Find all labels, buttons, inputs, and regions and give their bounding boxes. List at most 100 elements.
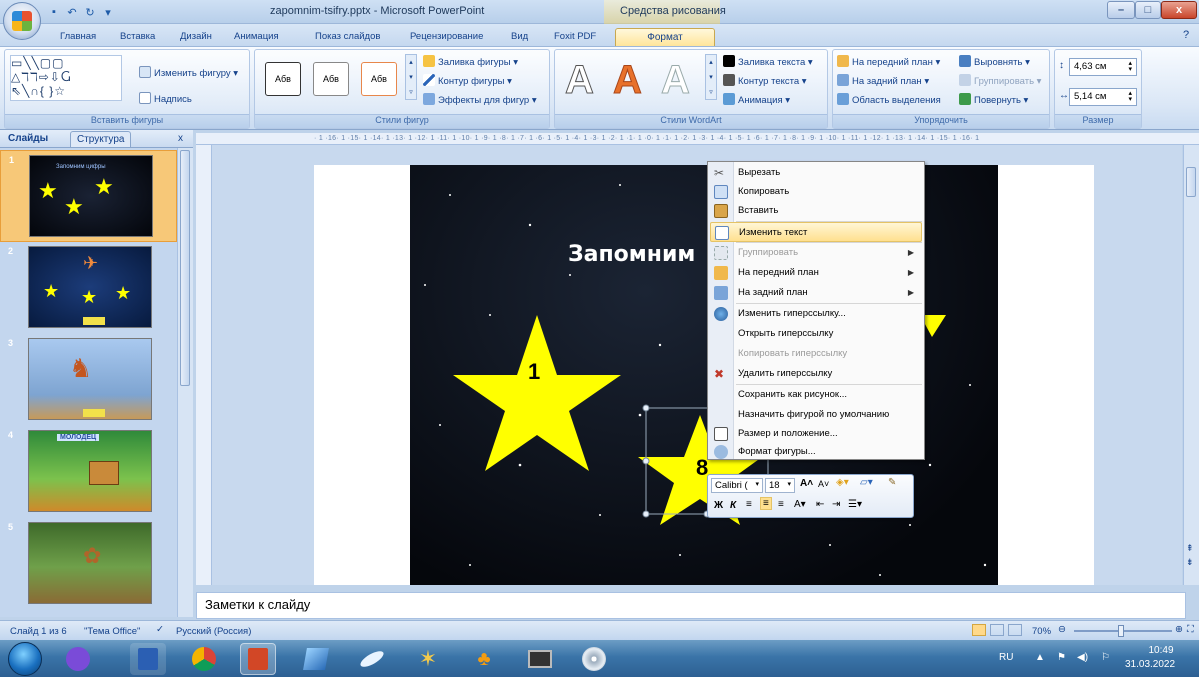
notes-pane[interactable]: Заметки к слайду [196, 592, 1186, 619]
bold-icon[interactable]: Ж [714, 500, 723, 511]
text-outline-button[interactable]: Контур текста ▾ [723, 74, 807, 87]
zoom-in-icon[interactable]: ⊕ [1175, 624, 1183, 635]
width-field[interactable]: 5,14 см ▴ ▾ [1069, 88, 1137, 106]
spellcheck-icon[interactable]: ✓ [156, 624, 164, 635]
tab-review[interactable]: Рецензирование [410, 31, 483, 42]
align-button[interactable]: Выровнять ▾ [959, 55, 1030, 68]
shape-style-2[interactable]: Абв [313, 62, 349, 96]
align-right-icon[interactable]: ≡ [778, 499, 784, 510]
language-indicator[interactable]: Русский (Россия) [176, 626, 251, 637]
close-button[interactable]: x [1161, 1, 1197, 19]
shape-effects-button[interactable]: Эффекты для фигур ▾ [423, 93, 537, 106]
zoom-level[interactable]: 70% [1032, 626, 1051, 637]
font-name-field[interactable]: Calibri (▾ [711, 478, 763, 493]
network-icon[interactable]: ⚑ [1057, 652, 1066, 663]
font-color-icon[interactable]: A▾ [794, 499, 806, 510]
prev-slide-icon[interactable]: ⇞ [1186, 543, 1194, 554]
tab-insert[interactable]: Вставка [120, 31, 155, 42]
undo-icon[interactable]: ↶ [64, 4, 80, 20]
tab-home[interactable]: Главная [60, 31, 96, 42]
zoom-out-icon[interactable]: ⊖ [1058, 624, 1066, 635]
slide-scrollbar[interactable]: ⇞ ⇟ [1183, 145, 1199, 585]
maximize-button[interactable]: □ [1135, 1, 1161, 19]
tab-foxit-pdf[interactable]: Foxit PDF [554, 31, 596, 42]
menu-item-size-position[interactable]: Размер и положение... [710, 424, 922, 444]
slide-thumbnail-2[interactable]: 2 ✈ ★ ★ ★ [0, 242, 177, 334]
powerpoint-icon[interactable] [240, 643, 276, 675]
app-icon-purple[interactable] [60, 643, 96, 675]
start-button[interactable] [8, 642, 42, 676]
pane-scrollbar[interactable] [177, 148, 193, 617]
fit-to-window-icon[interactable]: ⛶ [1187, 624, 1194, 635]
tab-animation[interactable]: Анимация [234, 31, 279, 42]
rotate-button[interactable]: Повернуть ▾ [959, 93, 1028, 106]
shape-styles-scroll[interactable]: ▴ ▾ ▿ [405, 54, 417, 100]
flag-icon[interactable]: ⚐ [1101, 652, 1110, 663]
redo-icon[interactable]: ↻ [82, 4, 98, 20]
slide-thumbnail-4[interactable]: 4 МОЛОДЕЦ [0, 426, 177, 518]
shape-style-1[interactable]: Абв [265, 62, 301, 96]
volume-icon[interactable]: ◀) [1077, 652, 1088, 663]
resize-handle[interactable] [642, 510, 650, 518]
normal-view-icon[interactable] [972, 624, 986, 636]
app-icon-film[interactable] [522, 643, 558, 675]
shapes-gallery[interactable]: ▭╲╲▢▢ △ℸℸ⇨⇩Ⴚ ⇖╲∩{ }☆ [10, 55, 122, 101]
word-icon[interactable] [130, 643, 166, 675]
slideshow-icon[interactable] [1008, 624, 1022, 636]
help-icon[interactable]: ? [1183, 29, 1189, 41]
shape-style-3[interactable]: Абв [361, 62, 397, 96]
app-icon-paint[interactable]: ♣ [466, 643, 502, 675]
resize-handle[interactable] [642, 457, 650, 465]
menu-item-edit-text[interactable]: Изменить текст [710, 222, 922, 242]
tab-outline[interactable]: Структура [70, 131, 132, 147]
slide-scroll-thumb[interactable] [1186, 167, 1196, 197]
font-size-field[interactable]: 18 ▾ [765, 478, 795, 493]
menu-item-group[interactable]: Группировать ▶ [710, 243, 922, 263]
align-left-icon[interactable]: ≡ [746, 499, 752, 510]
tab-format[interactable]: Формат [615, 28, 715, 46]
tab-slideshow[interactable]: Показ слайдов [315, 31, 380, 42]
clock-date[interactable]: 31.03.2022 [1125, 659, 1175, 670]
wordart-style-3[interactable]: A [661, 58, 691, 103]
app-icon-cube[interactable] [298, 643, 334, 675]
office-button[interactable] [3, 2, 41, 40]
star-shape-1[interactable] [453, 315, 621, 471]
keyboard-language[interactable]: RU [999, 652, 1013, 663]
decrease-indent-icon[interactable]: ⇤ [816, 499, 824, 510]
wordart-scroll[interactable]: ▴ ▾ ▿ [705, 54, 717, 100]
bring-front-button[interactable]: На передний план ▾ [837, 55, 940, 68]
menu-item-remove-hyperlink[interactable]: ✖ Удалить гиперссылку [710, 364, 922, 384]
tab-view[interactable]: Вид [511, 31, 528, 42]
slide-sorter-icon[interactable] [990, 624, 1004, 636]
app-icon-feather[interactable] [354, 643, 390, 675]
menu-item-cut[interactable]: ✂ Вырезать [710, 163, 922, 183]
menu-item-bring-front[interactable]: На передний план ▶ [710, 263, 922, 283]
chrome-icon[interactable] [186, 643, 222, 675]
menu-item-copy-hyperlink[interactable]: Копировать гиперссылку [710, 344, 922, 364]
minimize-button[interactable]: – [1107, 1, 1135, 19]
zoom-slider-thumb[interactable] [1118, 625, 1124, 637]
wordart-style-2[interactable]: A [613, 58, 643, 103]
tab-design[interactable]: Дизайн [180, 31, 212, 42]
bullets-icon[interactable]: ☰▾ [848, 499, 862, 510]
increase-indent-icon[interactable]: ⇥ [832, 499, 840, 510]
save-icon[interactable]: ▪ [46, 4, 62, 20]
menu-item-save-as-picture[interactable]: Сохранить как рисунок... [710, 385, 922, 405]
format-painter-icon[interactable]: ✎ [888, 477, 896, 488]
fill-bucket-icon[interactable]: ◈▾ [836, 477, 849, 488]
menu-item-send-back[interactable]: На задний план ▶ [710, 283, 922, 303]
theme-name[interactable]: "Тема Office" [84, 626, 140, 637]
pane-scroll-thumb[interactable] [180, 150, 190, 386]
selection-pane-button[interactable]: Область выделения [837, 93, 941, 106]
textbox-button[interactable]: Надпись [139, 92, 192, 105]
edit-shape-button[interactable]: Изменить фигуру ▾ [139, 66, 238, 79]
menu-item-open-hyperlink[interactable]: Открыть гиперссылку [710, 324, 922, 344]
shrink-font-icon[interactable]: A˅ [818, 479, 829, 489]
menu-item-paste[interactable]: Вставить [710, 201, 922, 221]
text-animation-button[interactable]: Анимация ▾ [723, 93, 790, 106]
grow-font-icon[interactable]: A˄ [800, 478, 813, 489]
send-back-button[interactable]: На задний план ▾ [837, 74, 929, 87]
italic-icon[interactable]: К [730, 500, 736, 511]
shape-outline-button[interactable]: Контур фигуры ▾ [423, 74, 512, 87]
outline-pen-icon[interactable]: ▱▾ [860, 477, 873, 488]
